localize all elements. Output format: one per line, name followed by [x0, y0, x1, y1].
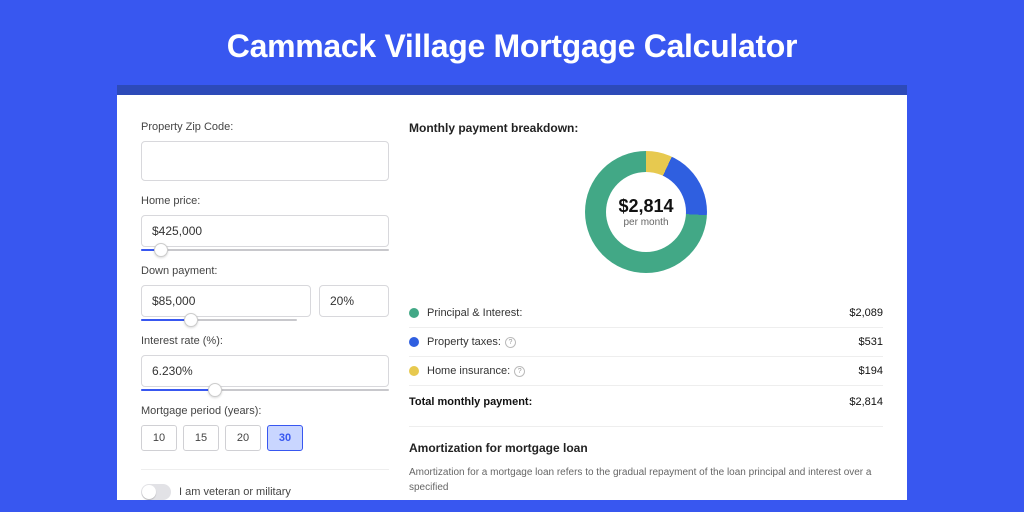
breakdown-title: Monthly payment breakdown:: [409, 121, 883, 135]
line-taxes: Property taxes: ? $531: [409, 328, 883, 357]
principal-value: $2,089: [849, 307, 883, 319]
down-label: Down payment:: [141, 265, 389, 277]
line-insurance: Home insurance: ? $194: [409, 357, 883, 386]
calculator-card: Property Zip Code: Home price: Down paym…: [117, 95, 907, 500]
breakdown-column: Monthly payment breakdown: $2,814 per mo…: [389, 121, 883, 500]
price-input[interactable]: [141, 215, 389, 247]
donut-sub: per month: [618, 217, 673, 228]
down-pct-input[interactable]: [319, 285, 389, 317]
amortization-section: Amortization for mortgage loan Amortizat…: [409, 426, 883, 495]
toggle-knob: [142, 485, 156, 499]
card-container: Property Zip Code: Home price: Down paym…: [117, 85, 907, 500]
form-column: Property Zip Code: Home price: Down paym…: [141, 121, 389, 500]
field-price: Home price:: [141, 195, 389, 251]
donut-wrap: $2,814 per month: [409, 145, 883, 287]
zip-input[interactable]: [141, 141, 389, 181]
insurance-value: $194: [859, 365, 883, 377]
info-icon[interactable]: ?: [514, 366, 525, 377]
field-period: Mortgage period (years): 10 15 20 30: [141, 405, 389, 451]
veteran-row: I am veteran or military: [141, 469, 389, 500]
period-options: 10 15 20 30: [141, 425, 389, 451]
down-slider-thumb[interactable]: [184, 313, 198, 327]
down-input[interactable]: [141, 285, 311, 317]
price-label: Home price:: [141, 195, 389, 207]
total-value: $2,814: [849, 396, 883, 408]
period-10[interactable]: 10: [141, 425, 177, 451]
price-slider[interactable]: [141, 249, 389, 251]
taxes-label: Property taxes:: [427, 336, 501, 348]
period-label: Mortgage period (years):: [141, 405, 389, 417]
veteran-toggle[interactable]: [141, 484, 171, 500]
price-slider-thumb[interactable]: [154, 243, 168, 257]
donut-chart: $2,814 per month: [585, 151, 707, 273]
rate-slider[interactable]: [141, 389, 389, 391]
amort-title: Amortization for mortgage loan: [409, 441, 883, 455]
principal-label: Principal & Interest:: [427, 307, 849, 319]
veteran-label: I am veteran or military: [179, 486, 291, 498]
taxes-value: $531: [859, 336, 883, 348]
rate-input[interactable]: [141, 355, 389, 387]
field-rate: Interest rate (%):: [141, 335, 389, 391]
amort-text: Amortization for a mortgage loan refers …: [409, 465, 883, 495]
period-30[interactable]: 30: [267, 425, 303, 451]
total-label: Total monthly payment:: [409, 396, 849, 408]
swatch-yellow: [409, 366, 419, 376]
info-icon[interactable]: ?: [505, 337, 516, 348]
swatch-green: [409, 308, 419, 318]
page-title: Cammack Village Mortgage Calculator: [0, 0, 1024, 85]
zip-label: Property Zip Code:: [141, 121, 389, 133]
line-principal: Principal & Interest: $2,089: [409, 299, 883, 328]
down-slider[interactable]: [141, 319, 297, 321]
field-down: Down payment:: [141, 265, 389, 321]
field-zip: Property Zip Code:: [141, 121, 389, 181]
swatch-blue: [409, 337, 419, 347]
insurance-label: Home insurance:: [427, 365, 510, 377]
rate-label: Interest rate (%):: [141, 335, 389, 347]
line-total: Total monthly payment: $2,814: [409, 386, 883, 416]
donut-amount: $2,814: [618, 196, 673, 217]
period-15[interactable]: 15: [183, 425, 219, 451]
rate-slider-thumb[interactable]: [208, 383, 222, 397]
period-20[interactable]: 20: [225, 425, 261, 451]
